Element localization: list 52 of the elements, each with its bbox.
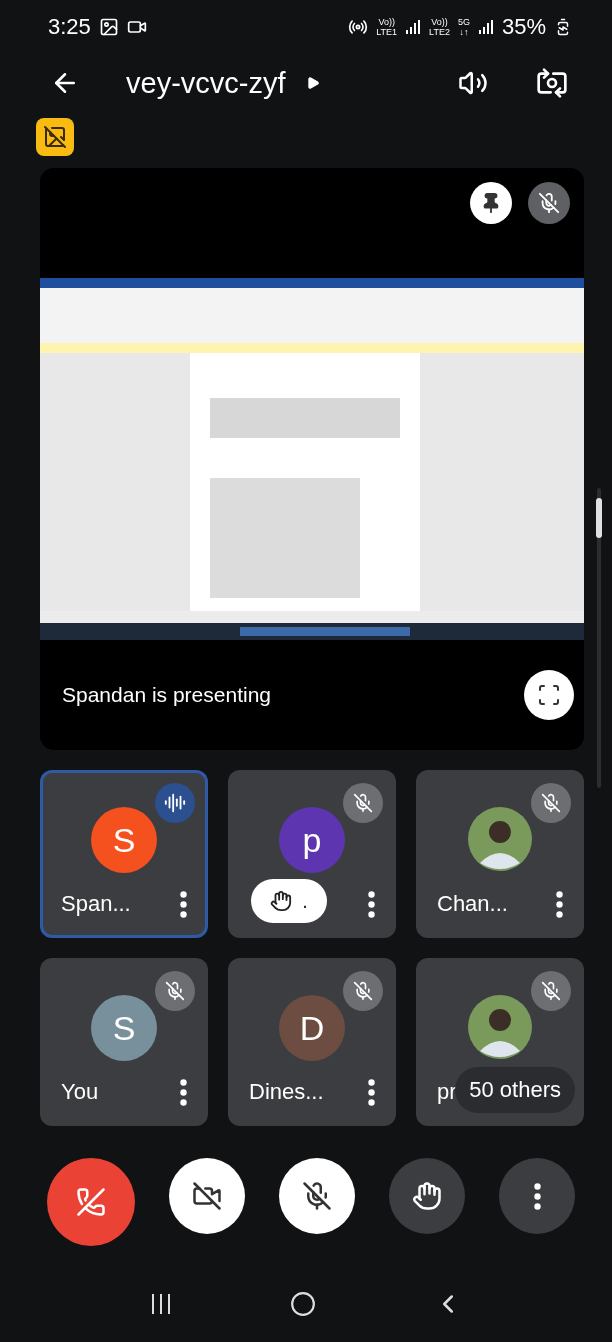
participant-tile[interactable]: D Dines...: [228, 958, 396, 1126]
switch-camera-icon[interactable]: [536, 67, 568, 99]
participant-tile[interactable]: p .: [228, 770, 396, 938]
more-icon[interactable]: [368, 890, 375, 918]
participant-name: You: [61, 1079, 99, 1105]
person-avatar: [468, 807, 532, 871]
participant-tile[interactable]: S You: [40, 958, 208, 1126]
network-label: 5G: [457, 17, 470, 27]
participant-tile[interactable]: S Span...: [40, 770, 208, 938]
network-label: Vo)): [378, 17, 395, 27]
participant-name: Dines...: [249, 1079, 324, 1105]
network-label: LTE2: [429, 27, 450, 37]
fullscreen-button[interactable]: [524, 670, 574, 720]
battery-percent: 35%: [501, 14, 546, 40]
signal-icon: [405, 19, 422, 35]
fullscreen-icon: [537, 683, 561, 707]
more-icon[interactable]: [368, 1078, 375, 1106]
hotspot-icon: [348, 17, 369, 37]
more-icon[interactable]: [180, 1078, 187, 1106]
avatar: S: [91, 807, 157, 873]
phone-icon: [76, 1187, 106, 1217]
presenting-caption: Spandan is presenting: [62, 683, 271, 707]
participant-tile[interactable]: pr 50 others: [416, 958, 584, 1126]
participant-name: Chan...: [437, 891, 508, 917]
meeting-code[interactable]: vey-vcvc-zyf: [126, 66, 286, 100]
network-label: Vo)): [431, 17, 448, 27]
others-button[interactable]: 50 others: [455, 1067, 575, 1113]
network-label: ↓↑: [459, 27, 469, 37]
more-icon[interactable]: [180, 890, 187, 918]
more-icon[interactable]: [556, 890, 563, 918]
hand-icon: [270, 890, 293, 912]
more-icon: [533, 1182, 541, 1210]
hand-icon: [412, 1181, 442, 1211]
participant-name: pr: [437, 1079, 457, 1105]
microphone-off-icon: [302, 1181, 332, 1211]
person-avatar: [468, 995, 532, 1059]
no-image-icon: [43, 125, 67, 149]
avatar: p: [279, 807, 345, 873]
avatar: S: [91, 995, 157, 1061]
expand-icon[interactable]: [305, 76, 320, 90]
pin-button[interactable]: [470, 182, 512, 224]
network-label: LTE1: [376, 27, 398, 37]
participant-tile[interactable]: Chan...: [416, 770, 584, 938]
clock-time: 3:25: [48, 14, 91, 40]
image-icon: [98, 17, 119, 37]
signal-icon: [477, 19, 494, 35]
avatar: D: [279, 995, 345, 1061]
hand-label: .: [302, 889, 308, 913]
home-icon[interactable]: [290, 1291, 316, 1317]
participant-name: Span...: [61, 891, 131, 917]
camera-off-icon: [192, 1181, 222, 1211]
muted-indicator: [528, 182, 570, 224]
